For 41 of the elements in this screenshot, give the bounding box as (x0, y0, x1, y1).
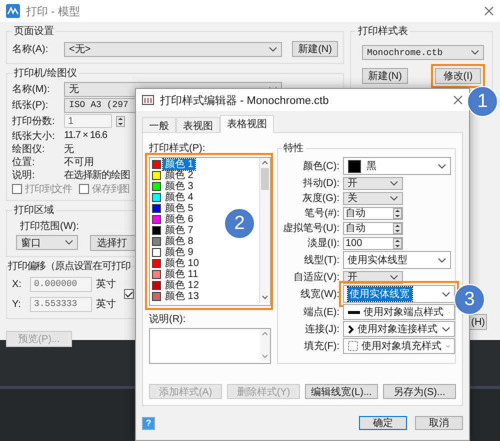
field-label: 打印范围(W): (20, 220, 79, 232)
field-label: 自适应(V): (292, 270, 340, 284)
field-label: X: (12, 278, 22, 290)
field-label: 淡显(I): (306, 237, 340, 250)
field-label: 连接(J): (304, 322, 340, 336)
field-value: 不可用 (64, 156, 94, 168)
field-label: 笔号(#): (304, 207, 340, 220)
field-value: 11.7 × 16.6 (64, 130, 107, 141)
field-label: 绘图仪: (12, 142, 46, 156)
unit-label: 英寸 (96, 298, 116, 311)
field-label: Y: (12, 298, 22, 310)
field-value: 无 (64, 142, 74, 156)
field-label: 打印样式(P): (149, 142, 206, 155)
group-title: 特性 (282, 142, 304, 155)
field-label: 名称(A): (12, 43, 50, 56)
checkbox-label: 保存到图 (92, 182, 130, 196)
field-label: 名称(M): (12, 83, 51, 96)
checkbox-label: 打印到文件 (25, 182, 72, 196)
field-label: 说明: (12, 168, 36, 182)
field-label: 端点(E): (302, 306, 340, 319)
group-title: 打印偏移（原点设置在可打印 (8, 260, 130, 273)
field-label: 虚拟笔号(U): (282, 222, 340, 235)
group-title: 打印区域 (13, 204, 55, 217)
field-label: 灰度(G): (301, 192, 340, 205)
field-label: 纸张(P): (12, 98, 50, 112)
field-label: 线宽(W): (300, 288, 340, 301)
field-label: 位置: (12, 156, 36, 168)
field-label: 线型(T): (302, 254, 340, 267)
unit-label: 英寸 (96, 278, 116, 291)
window-title: 打印 - 模型 (26, 4, 81, 18)
field-label: 纸张大小: (12, 130, 56, 142)
field-label: 颜色(C): (302, 160, 340, 173)
group-title: 打印机/绘图仪 (13, 66, 78, 80)
window-title: 打印样式编辑器 - Monochrome.ctb (160, 94, 330, 108)
group-title: 页面设置 (13, 24, 55, 38)
field-label: 打印份数: (12, 114, 56, 128)
field-value: 在选择新的绘图 (64, 168, 130, 182)
field-label: 说明(R): (149, 313, 187, 326)
field-label: 填充(F): (302, 340, 340, 353)
field-label: 抖动(D): (302, 176, 340, 190)
group-title: 打印样式表 (357, 24, 409, 38)
